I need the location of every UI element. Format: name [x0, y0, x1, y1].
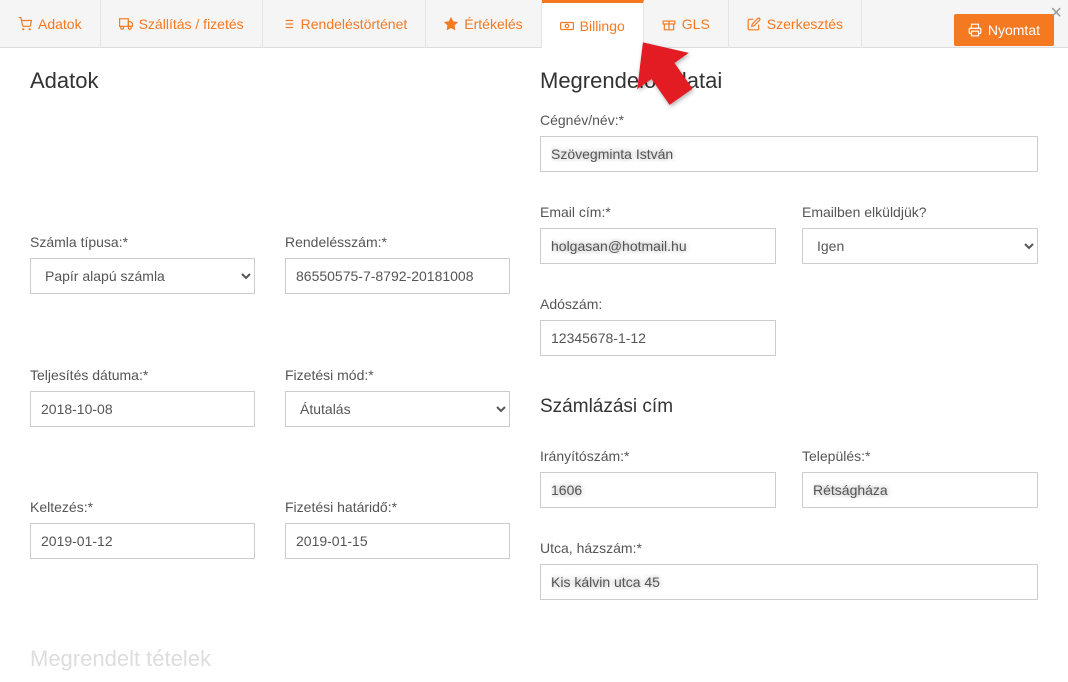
tab-label: Rendeléstörténet: [301, 16, 408, 32]
truck-icon: [119, 17, 133, 31]
input-keltezes[interactable]: [30, 523, 255, 559]
select-szamla-tipusa[interactable]: Papír alapú számla: [30, 258, 255, 294]
tab-billingo[interactable]: Billingo: [542, 0, 644, 48]
section-title-adatok: Adatok: [30, 68, 510, 216]
print-icon: [968, 23, 982, 37]
tab-label: Szerkesztés: [767, 16, 843, 32]
label-fizetesi-mod: Fizetési mód:*: [285, 367, 510, 383]
gift-icon: [662, 17, 676, 31]
input-email[interactable]: [540, 228, 776, 264]
section-title-megrendelt: Megrendelt tételek: [0, 636, 1068, 682]
tab-adatok[interactable]: Adatok: [0, 0, 101, 48]
tabs-bar: Adatok Szállítás / fizetés Rendeléstörté…: [0, 0, 1068, 48]
print-button[interactable]: Nyomtat: [954, 14, 1054, 46]
section-title-megrendelo: Megrendelő adatai: [540, 68, 1038, 94]
input-cegnev[interactable]: [540, 136, 1038, 172]
tab-label: Szállítás / fizetés: [139, 16, 244, 32]
money-icon: [560, 19, 574, 33]
input-teljesites[interactable]: [30, 391, 255, 427]
section-title-szamlazasi: Számlázási cím: [540, 396, 1038, 418]
label-fizetesi-hatarido: Fizetési határidő:*: [285, 499, 510, 515]
label-iranyitoszam: Irányítószám:*: [540, 448, 776, 464]
label-email: Email cím:*: [540, 204, 776, 220]
label-adoszam: Adószám:: [540, 296, 776, 312]
select-email-elkuld[interactable]: Igen: [802, 228, 1038, 264]
label-rendelesszam: Rendelésszám:*: [285, 234, 510, 250]
tab-gls[interactable]: GLS: [644, 0, 729, 48]
label-teljesites: Teljesítés dátuma:*: [30, 367, 255, 383]
edit-icon: [747, 17, 761, 31]
input-fizetesi-hatarido[interactable]: [285, 523, 510, 559]
tab-szallitas[interactable]: Szállítás / fizetés: [101, 0, 263, 48]
tab-ertekeles[interactable]: Értékelés: [426, 0, 541, 48]
tab-label: Adatok: [38, 16, 82, 32]
tab-label: Értékelés: [464, 16, 522, 32]
input-utca[interactable]: [540, 564, 1038, 600]
label-utca: Utca, házszám:*: [540, 540, 1038, 556]
tab-label: Billingo: [580, 18, 625, 34]
input-iranyitoszam[interactable]: [540, 472, 776, 508]
tab-label: GLS: [682, 16, 710, 32]
label-keltezes: Keltezés:*: [30, 499, 255, 515]
label-telepules: Település:*: [802, 448, 1038, 464]
label-szamla-tipusa: Számla típusa:*: [30, 234, 255, 250]
input-telepules[interactable]: [802, 472, 1038, 508]
cart-icon: [18, 17, 32, 31]
close-icon[interactable]: ×: [1044, 0, 1068, 27]
label-cegnev: Cégnév/név:*: [540, 112, 1038, 128]
list-icon: [281, 17, 295, 31]
tab-rendelestortenet[interactable]: Rendeléstörténet: [263, 0, 427, 48]
input-rendelesszam[interactable]: [285, 258, 510, 294]
label-email-elkuld: Emailben elküldjük?: [802, 204, 1038, 220]
print-button-label: Nyomtat: [988, 22, 1040, 38]
star-icon: [444, 17, 458, 31]
select-fizetesi-mod[interactable]: Átutalás: [285, 391, 510, 427]
input-adoszam[interactable]: [540, 320, 776, 356]
tab-szerkesztes[interactable]: Szerkesztés: [729, 0, 862, 48]
